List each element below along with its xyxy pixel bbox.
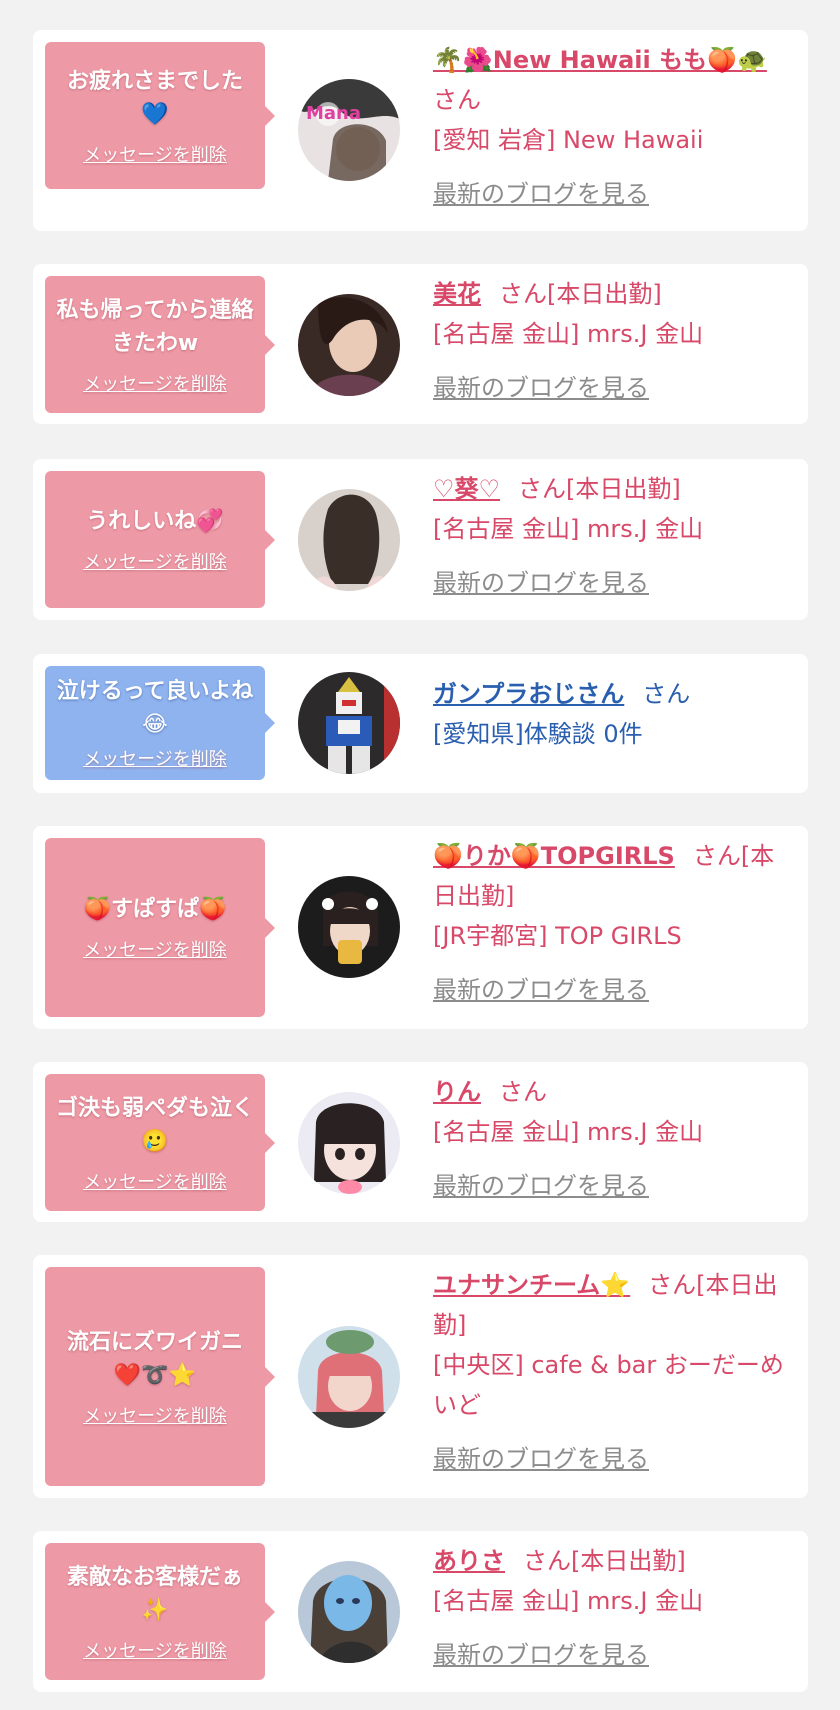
- user-name-link[interactable]: ありさ: [433, 1547, 505, 1575]
- latest-blog-link[interactable]: 最新のブログを見る: [433, 368, 788, 408]
- message-text: うれしいね💞: [86, 509, 224, 534]
- message-bubble: 流石にズワイガニ❤️➰⭐ メッセージを削除: [45, 1267, 275, 1486]
- user-info: ガンプラおじさん さん [愛知県]体験談 0件: [433, 674, 788, 754]
- delete-message-link[interactable]: メッセージを削除: [83, 548, 227, 574]
- avatar[interactable]: Mana: [298, 79, 400, 181]
- latest-blog-link[interactable]: 最新のブログを見る: [433, 174, 788, 214]
- message-bubble: 私も帰ってから連絡きたわw メッセージを削除: [45, 276, 275, 413]
- user-info: 🌴🌺New Hawaii もも🍑🐢 さん [愛知 岩倉] New Hawaii …: [433, 40, 788, 214]
- user-info: 🍑りか🍑TOPGIRLS さん[本日出勤] [JR宇都宮] TOP GIRLS 最…: [433, 836, 788, 1010]
- user-info: ユナサンチーム⭐ さん[本日出勤] [中央区] cafe & bar おーだーめい…: [433, 1265, 788, 1479]
- user-suffix: さん: [642, 680, 691, 708]
- message-card: 素敵なお客様だぁ✨ メッセージを削除 ありさ さん[本日出勤] [名古屋 金山] …: [33, 1531, 808, 1692]
- shop-label: [名古屋 金山] mrs.J 金山: [433, 320, 704, 348]
- message-text: 素敵なお客様だぁ✨: [66, 1564, 243, 1623]
- message-card: 🍑すぱすぱ🍑 メッセージを削除 🍑りか🍑TOPGIRLS さん[本日出勤] [JR…: [33, 826, 808, 1029]
- message-bubble: うれしいね💞 メッセージを削除: [45, 471, 275, 608]
- user-name-link[interactable]: 🍑りか🍑TOPGIRLS: [433, 842, 675, 870]
- user-info: りん さん [名古屋 金山] mrs.J 金山 最新のブログを見る: [433, 1072, 788, 1206]
- message-card: ゴ決も弱ペダも泣く🥲 メッセージを削除 りん さん [名古屋 金山] mrs.J …: [33, 1062, 808, 1222]
- avatar[interactable]: [298, 489, 400, 591]
- latest-blog-link[interactable]: 最新のブログを見る: [433, 563, 788, 603]
- user-name-link[interactable]: 🌴🌺New Hawaii もも🍑🐢: [433, 46, 767, 74]
- shop-label: [名古屋 金山] mrs.J 金山: [433, 515, 704, 543]
- delete-message-link[interactable]: メッセージを削除: [83, 370, 227, 396]
- message-bubble: ゴ決も弱ペダも泣く🥲 メッセージを削除: [45, 1074, 275, 1211]
- delete-message-link[interactable]: メッセージを削除: [83, 1402, 227, 1428]
- message-bubble: 泣けるって良いよね😂 メッセージを削除: [45, 666, 275, 780]
- avatar[interactable]: [298, 672, 400, 774]
- user-name-link[interactable]: ガンプラおじさん: [433, 680, 624, 708]
- message-card: うれしいね💞 メッセージを削除 ♡葵♡ さん[本日出勤] [名古屋 金山] mrs…: [33, 459, 808, 620]
- delete-message-link[interactable]: メッセージを削除: [83, 936, 227, 962]
- message-text: 流石にズワイガニ❤️➰⭐: [66, 1329, 243, 1388]
- user-suffix: さん: [499, 1078, 547, 1106]
- message-text: お疲れさまでした💙: [66, 68, 243, 127]
- shop-label: [中央区] cafe & bar おーだーめいど: [433, 1351, 784, 1419]
- latest-blog-link[interactable]: 最新のブログを見る: [433, 970, 788, 1010]
- avatar[interactable]: [298, 294, 400, 396]
- shop-label: [名古屋 金山] mrs.J 金山: [433, 1118, 704, 1146]
- user-name-link[interactable]: ユナサンチーム⭐: [433, 1271, 630, 1299]
- user-name-link[interactable]: りん: [433, 1078, 481, 1106]
- avatar[interactable]: [298, 876, 400, 978]
- avatar[interactable]: [298, 1092, 400, 1194]
- delete-message-link[interactable]: メッセージを削除: [83, 1168, 227, 1194]
- delete-message-link[interactable]: メッセージを削除: [83, 141, 227, 167]
- message-text: ゴ決も弱ペダも泣く🥲: [55, 1095, 254, 1154]
- shop-label: [愛知県]体験談 0件: [433, 720, 643, 748]
- user-info: ♡葵♡ さん[本日出勤] [名古屋 金山] mrs.J 金山 最新のブログを見る: [433, 469, 788, 603]
- message-card: お疲れさまでした💙 メッセージを削除 Mana 🌴🌺New Hawaii もも🍑…: [33, 30, 808, 231]
- message-text: 🍑すぱすぱ🍑: [83, 897, 227, 922]
- shop-label: [名古屋 金山] mrs.J 金山: [433, 1587, 704, 1615]
- message-card: 流石にズワイガニ❤️➰⭐ メッセージを削除 ユナサンチーム⭐ さん[本日出勤] […: [33, 1255, 808, 1498]
- message-card: 泣けるって良いよね😂 メッセージを削除 ガンプラおじさん さん [愛知県]体験談 …: [33, 654, 808, 793]
- delete-message-link[interactable]: メッセージを削除: [83, 1637, 227, 1663]
- message-bubble: 🍑すぱすぱ🍑 メッセージを削除: [45, 838, 275, 1017]
- shop-label: [JR宇都宮] TOP GIRLS: [433, 922, 682, 950]
- latest-blog-link[interactable]: 最新のブログを見る: [433, 1439, 788, 1479]
- shop-label: [愛知 岩倉] New Hawaii: [433, 126, 704, 154]
- message-text: 泣けるって良いよね😂: [56, 679, 254, 737]
- user-info: 美花 さん[本日出勤] [名古屋 金山] mrs.J 金山 最新のブログを見る: [433, 274, 788, 408]
- user-suffix: さん[本日出勤]: [499, 280, 662, 308]
- user-name-link[interactable]: 美花: [433, 280, 481, 308]
- latest-blog-link[interactable]: 最新のブログを見る: [433, 1635, 788, 1675]
- user-name-link[interactable]: ♡葵♡: [433, 475, 500, 503]
- message-list: お疲れさまでした💙 メッセージを削除 Mana 🌴🌺New Hawaii もも🍑…: [0, 0, 840, 1710]
- user-suffix: さん[本日出勤]: [523, 1547, 686, 1575]
- delete-message-link[interactable]: メッセージを削除: [83, 745, 227, 771]
- message-bubble: 素敵なお客様だぁ✨ メッセージを削除: [45, 1543, 275, 1680]
- svg-text:Mana: Mana: [306, 103, 361, 124]
- avatar[interactable]: [298, 1561, 400, 1663]
- message-bubble: お疲れさまでした💙 メッセージを削除: [45, 42, 275, 189]
- user-suffix: さん[本日出勤]: [518, 475, 681, 503]
- user-info: ありさ さん[本日出勤] [名古屋 金山] mrs.J 金山 最新のブログを見る: [433, 1541, 788, 1675]
- user-suffix: さん: [433, 86, 481, 114]
- avatar[interactable]: [298, 1326, 400, 1428]
- message-card: 私も帰ってから連絡きたわw メッセージを削除 美花 さん[本日出勤] [名古屋 金…: [33, 264, 808, 424]
- latest-blog-link[interactable]: 最新のブログを見る: [433, 1166, 788, 1206]
- message-text: 私も帰ってから連絡きたわw: [56, 297, 254, 356]
